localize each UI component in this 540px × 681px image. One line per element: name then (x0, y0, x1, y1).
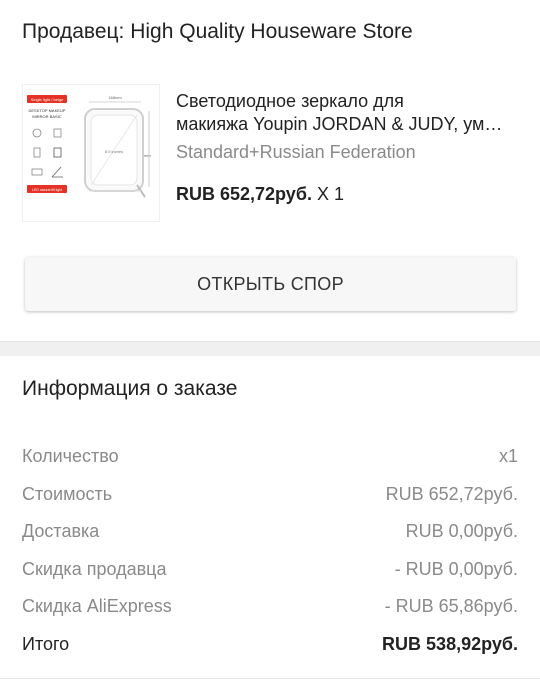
row-value: RUB 652,72руб. (385, 483, 518, 504)
row-label: Доставка (22, 521, 100, 541)
svg-text:168mm: 168mm (108, 95, 122, 100)
row-label: Стоимость (22, 483, 113, 504)
row-cost: Стоимость RUB 652,72руб. (22, 484, 518, 522)
svg-text:8.5 inches: 8.5 inches (105, 149, 123, 154)
product-price: RUB 652,72руб. (176, 184, 312, 204)
row-label: Итого (22, 633, 70, 654)
product-item[interactable]: Single light / beige DESKTOP MAKEUP MIRR… (22, 84, 518, 224)
row-label: Скидка AliExpress (22, 596, 172, 616)
product-quantity: X 1 (311, 184, 344, 204)
row-value: - RUB 0,00руб. (394, 558, 518, 579)
row-shipping: Доставка RUB 0,00руб. (22, 521, 518, 559)
product-title-line1: Светодиодное зеркало для (176, 91, 404, 111)
row-value: - RUB 65,86руб. (384, 596, 518, 616)
open-dispute-button[interactable]: ОТКРЫТЬ СПОР (25, 257, 516, 311)
bottom-divider (0, 678, 540, 679)
order-info-title: Информация о заказе (22, 377, 238, 400)
svg-text:MIRROR BASIC: MIRROR BASIC (32, 114, 61, 119)
row-value: RUB 538,92руб. (382, 633, 518, 654)
row-value: x1 (498, 446, 518, 466)
row-label: Скидка продавца (22, 558, 167, 579)
row-quantity: Количество x1 (22, 446, 518, 484)
row-label: Количество (22, 446, 119, 466)
row-aliexpress-discount: Скидка AliExpress - RUB 65,86руб. (22, 596, 518, 634)
svg-text:DESKTOP MAKEUP: DESKTOP MAKEUP (29, 108, 66, 113)
product-image[interactable]: Single light / beige DESKTOP MAKEUP MIRR… (22, 84, 160, 222)
order-info-table: Количество x1 Стоимость RUB 652,72руб. Д… (22, 446, 518, 671)
mirror-product-picture: Single light / beige DESKTOP MAKEUP MIRR… (27, 95, 151, 198)
svg-text:Single light / beige: Single light / beige (31, 97, 64, 102)
product-price-line: RUB 652,72руб. X 1 (176, 184, 344, 205)
row-total: Итого RUB 538,92руб. (22, 634, 518, 672)
row-seller-discount: Скидка продавца - RUB 0,00руб. (22, 559, 518, 597)
product-title[interactable]: Светодиодное зеркало для макияжа Youpin … (176, 90, 518, 136)
seller-name[interactable]: Продавец: High Quality Houseware Store (22, 20, 413, 44)
row-value: RUB 0,00руб. (405, 521, 518, 541)
svg-text:LED natural fill light: LED natural fill light (32, 188, 62, 192)
section-divider (0, 341, 540, 356)
product-title-line2: макияжа Youpin JORDAN & JUDY, ум… (176, 114, 503, 134)
product-variant: Standard+Russian Federation (176, 142, 416, 162)
